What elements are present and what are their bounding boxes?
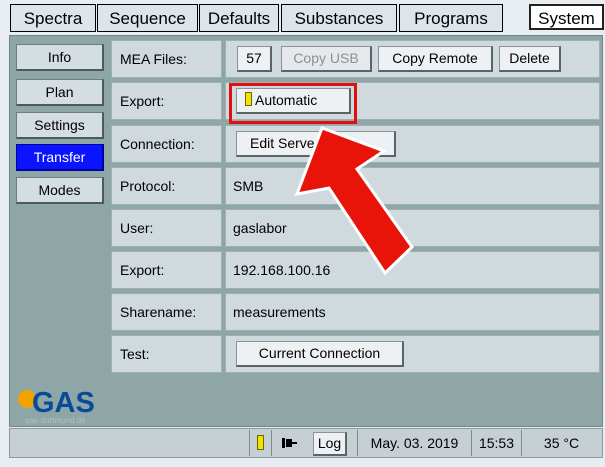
log-button[interactable]: Log (313, 432, 347, 456)
sharename-label: Sharename: (111, 293, 222, 331)
status-indicator-cell (249, 430, 271, 456)
automatic-toggle-button[interactable]: Automatic (236, 88, 351, 114)
status-temperature: 35 °C (521, 430, 601, 456)
delete-button[interactable]: Delete (499, 46, 561, 72)
mea-files-count: 57 (237, 46, 272, 72)
record-icon (281, 438, 297, 448)
mea-files-label: MEA Files: (111, 40, 222, 78)
sidebar-item-transfer[interactable]: Transfer (16, 144, 104, 171)
tab-sequence[interactable]: Sequence (97, 4, 198, 32)
automatic-label: Automatic (255, 92, 318, 108)
gas-logo: GAS gas-dortmund.de (15, 382, 115, 429)
tab-defaults[interactable]: Defaults (199, 4, 279, 32)
sidebar-item-modes[interactable]: Modes (16, 177, 104, 204)
tab-spectra[interactable]: Spectra (10, 4, 96, 32)
tab-system[interactable]: System (529, 4, 604, 30)
yellow-indicator-icon (257, 435, 264, 450)
protocol-row (225, 167, 600, 205)
edit-server-button[interactable]: Edit Server (236, 131, 396, 157)
indicator-icon (245, 92, 252, 106)
copy-remote-button[interactable]: Copy Remote (378, 46, 493, 72)
user-value: gaslabor (233, 220, 287, 236)
protocol-value: SMB (233, 178, 264, 194)
tab-programs[interactable]: Programs (399, 4, 503, 32)
record-cell (271, 430, 307, 456)
protocol-label: Protocol: (111, 167, 222, 205)
copy-usb-button[interactable]: Copy USB (281, 46, 372, 72)
status-date: May. 03. 2019 (357, 430, 471, 456)
status-time: 15:53 (471, 430, 521, 456)
tab-substances[interactable]: Substances (281, 4, 397, 32)
sidebar-item-info[interactable]: Info (16, 44, 104, 71)
test-label: Test: (111, 335, 222, 373)
export-mode-label: Export: (111, 82, 222, 120)
connection-label: Connection: (111, 125, 222, 163)
logo-url: gas-dortmund.de (25, 416, 86, 425)
export-ip-label: Export: (111, 251, 222, 289)
sidebar-item-settings[interactable]: Settings (16, 112, 104, 139)
export-ip-value: 192.168.100.16 (233, 262, 331, 278)
sharename-value: measurements (233, 304, 326, 320)
sidebar-item-plan[interactable]: Plan (16, 79, 104, 106)
current-connection-button[interactable]: Current Connection (236, 341, 404, 367)
logo-text: GAS (32, 387, 95, 419)
user-label: User: (111, 209, 222, 247)
